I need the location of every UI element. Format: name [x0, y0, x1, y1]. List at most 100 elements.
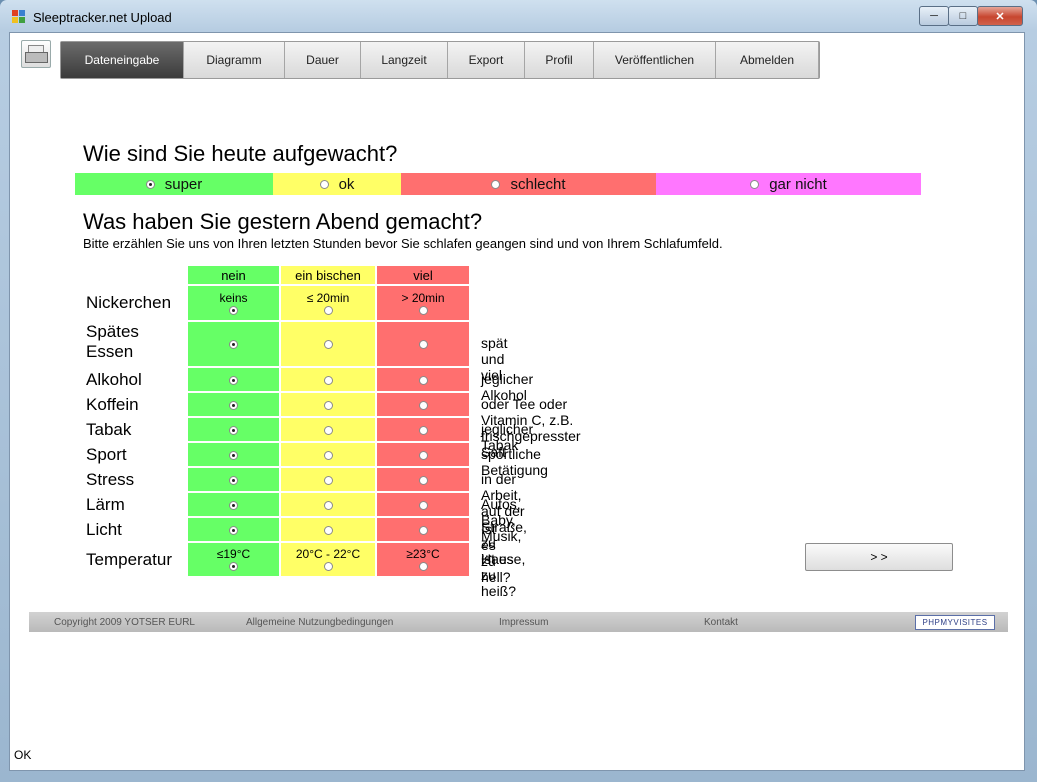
radio-button[interactable] [229, 562, 238, 571]
grid-cell[interactable]: ≥23°C [377, 543, 469, 576]
grid-cell[interactable] [377, 393, 469, 416]
phpmyvisites-badge[interactable]: PHPMYVISITES [915, 615, 995, 630]
radio-button[interactable] [229, 525, 238, 535]
grid-cell[interactable] [281, 418, 375, 441]
tab-5[interactable]: Profil [525, 42, 594, 78]
grid-cell[interactable] [188, 443, 279, 466]
grid-cell[interactable] [377, 418, 469, 441]
grid-cell[interactable] [188, 393, 279, 416]
grid-cell[interactable] [377, 322, 469, 366]
radio-button[interactable] [323, 450, 333, 460]
radio-button[interactable] [323, 562, 333, 571]
grid-cell[interactable] [281, 322, 375, 366]
mood-option-2[interactable]: schlecht [401, 173, 656, 195]
grid-cell[interactable] [281, 518, 375, 541]
radio-button[interactable] [229, 375, 238, 385]
grid-cell[interactable] [281, 493, 375, 516]
radio-button[interactable] [229, 500, 238, 510]
grid-cell[interactable]: > 20min [377, 286, 469, 320]
grid-cell[interactable] [188, 518, 279, 541]
grid-cell[interactable] [377, 443, 469, 466]
radio-button[interactable] [229, 425, 238, 435]
cell-sublabel: keins [219, 290, 248, 305]
grid-cell[interactable] [281, 443, 375, 466]
grid-cell[interactable] [281, 468, 375, 491]
grid-cell[interactable]: ≤ 20min [281, 286, 375, 320]
radio-button[interactable] [229, 475, 238, 485]
grid-cell[interactable] [188, 468, 279, 491]
grid-cell[interactable]: keins [188, 286, 279, 320]
close-icon: ✕ [995, 10, 1005, 23]
cell-sublabel: ≥23°C [406, 547, 440, 561]
row-label: Stress [86, 470, 135, 489]
radio-button[interactable] [145, 179, 155, 189]
radio-button[interactable] [418, 305, 428, 315]
app-icon [12, 10, 26, 24]
grid-cell[interactable] [281, 368, 375, 391]
radio-button[interactable] [229, 340, 238, 349]
radio-button[interactable] [418, 525, 428, 535]
radio-button[interactable] [491, 179, 501, 189]
radio-button[interactable] [418, 340, 428, 349]
grid-cell[interactable] [377, 493, 469, 516]
grid-cell[interactable] [281, 393, 375, 416]
radio-button[interactable] [418, 375, 428, 385]
tab-2[interactable]: Dauer [285, 42, 361, 78]
grid-cell[interactable] [377, 468, 469, 491]
grid-cell[interactable] [188, 322, 279, 366]
radio-button[interactable] [323, 425, 333, 435]
radio-button[interactable] [323, 340, 333, 349]
column-header-0: nein [188, 266, 279, 284]
status-text: OK [14, 748, 32, 762]
radio-button[interactable] [229, 305, 238, 315]
radio-button[interactable] [418, 562, 428, 571]
tab-7[interactable]: Abmelden [716, 42, 819, 78]
grid-cell[interactable]: ≤19°C [188, 543, 279, 576]
grid-cell[interactable] [188, 418, 279, 441]
next-button[interactable]: > > [805, 543, 953, 571]
radio-button[interactable] [418, 400, 428, 410]
tab-3[interactable]: Langzeit [361, 42, 448, 78]
maximize-button[interactable]: □ [948, 6, 978, 26]
maximize-icon: □ [959, 10, 967, 22]
client-area: Dateneingabe Diagramm Dauer Langzeit Export P… [9, 32, 1025, 771]
grid-cell[interactable]: 20°C - 22°C [281, 543, 375, 576]
radio-button[interactable] [418, 500, 428, 510]
radio-button[interactable] [418, 425, 428, 435]
radio-button[interactable] [418, 475, 428, 485]
footer-contact-link[interactable]: Kontakt [704, 617, 738, 628]
mood-option-0[interactable]: super [75, 173, 273, 195]
tab-1[interactable]: Diagramm [184, 42, 285, 78]
radio-button[interactable] [750, 179, 760, 189]
radio-button[interactable] [229, 450, 238, 460]
footer-impressum-link[interactable]: Impressum [499, 617, 548, 628]
minimize-button[interactable]: ─ [919, 6, 949, 26]
radio-button[interactable] [323, 475, 333, 485]
row-label: Nickerchen [86, 293, 172, 312]
tab-6[interactable]: Veröffentlichen [594, 42, 716, 78]
radio-button[interactable] [323, 305, 333, 315]
q2-subtitle: Bitte erzählen Sie uns von Ihren letzten… [83, 236, 723, 251]
tab-4[interactable]: Export [448, 42, 525, 78]
mood-option-3[interactable]: gar nicht [656, 173, 921, 195]
mood-option-label: super [164, 175, 203, 193]
title-bar[interactable]: Sleeptracker.net Upload ─ □ ✕ [0, 0, 1037, 32]
grid-cell[interactable] [188, 493, 279, 516]
q2-title: Was haben Sie gestern Abend gemacht? [83, 209, 483, 234]
grid-cell[interactable] [377, 368, 469, 391]
tab-0[interactable]: Dateneingabe [61, 42, 184, 78]
grid-cell[interactable] [377, 518, 469, 541]
footer-terms-link[interactable]: Allgemeine Nutzungbedingungen [246, 617, 393, 628]
radio-button[interactable] [323, 400, 333, 410]
close-button[interactable]: ✕ [977, 6, 1023, 26]
radio-button[interactable] [323, 375, 333, 385]
radio-button[interactable] [418, 450, 428, 460]
grid-cell[interactable] [188, 368, 279, 391]
mood-option-1[interactable]: ok [273, 173, 401, 195]
column-header-1: ein bischen [281, 266, 375, 284]
radio-button[interactable] [323, 525, 333, 535]
radio-button[interactable] [319, 179, 329, 189]
print-button[interactable] [21, 40, 51, 68]
radio-button[interactable] [323, 500, 333, 510]
radio-button[interactable] [229, 400, 238, 410]
